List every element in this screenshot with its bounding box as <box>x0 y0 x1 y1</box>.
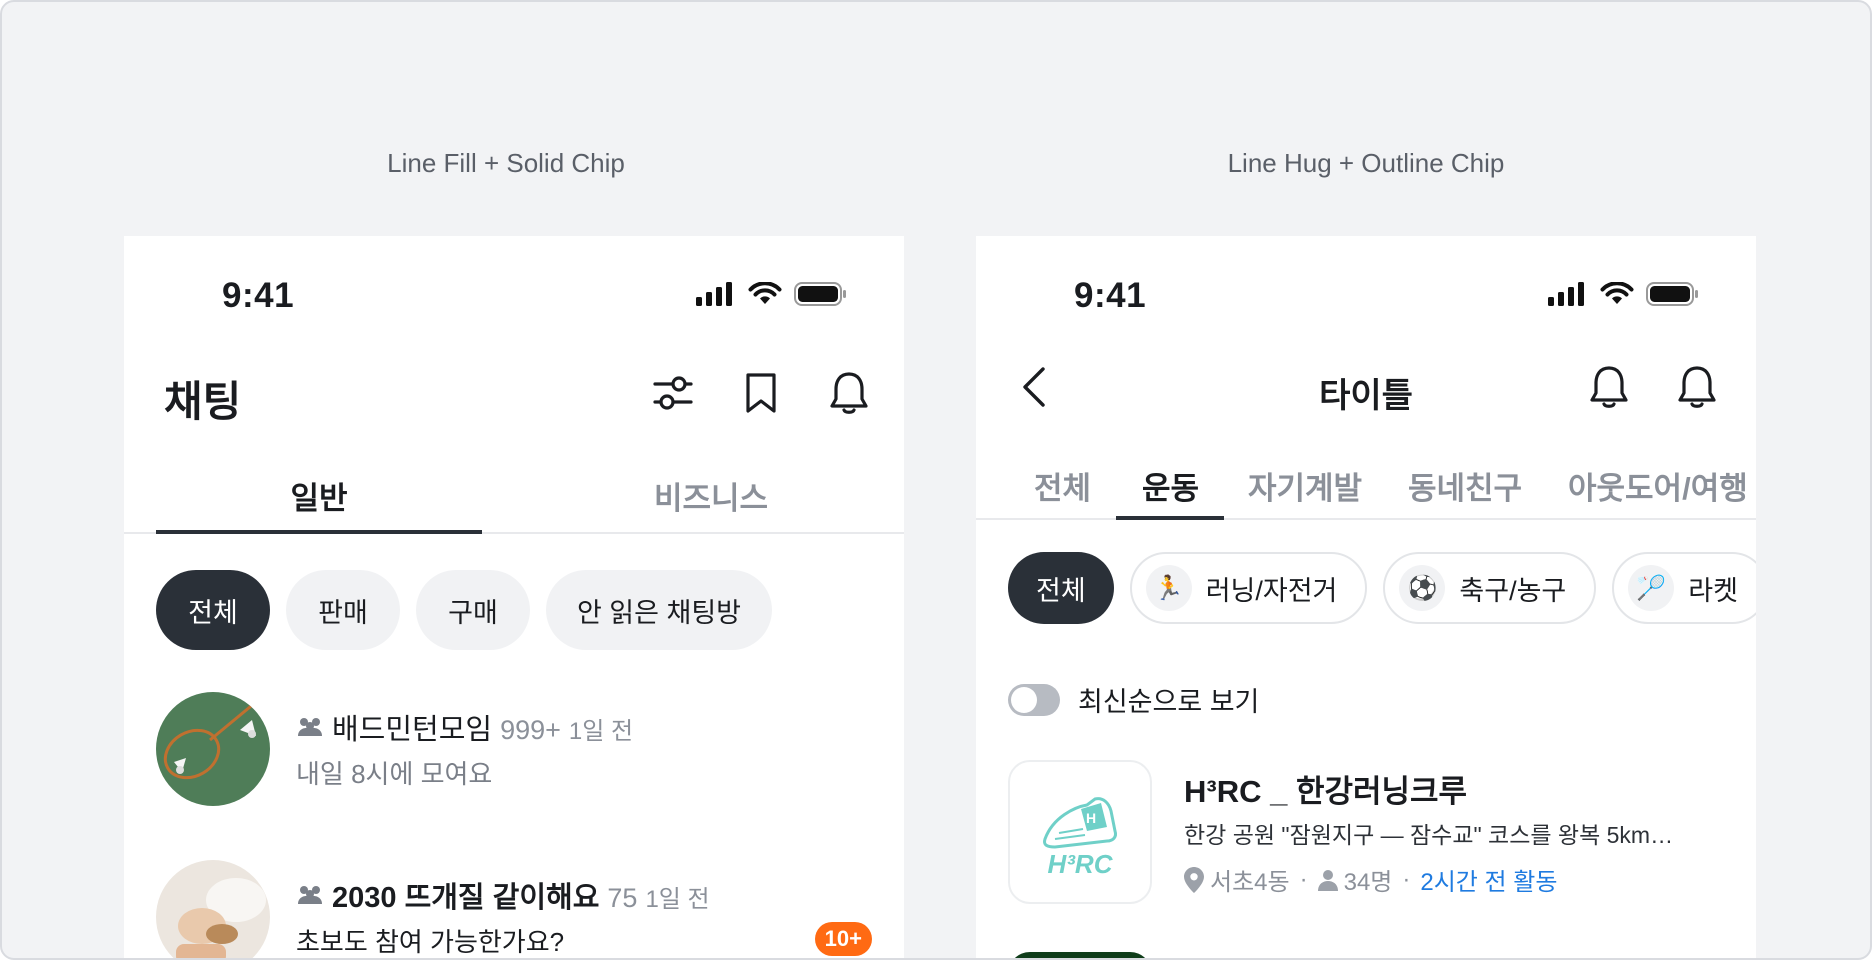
sort-toggle[interactable] <box>1008 683 1060 716</box>
wifi-icon <box>1600 282 1634 304</box>
last-message: 초보도 참여 가능한가요? <box>296 927 565 957</box>
room-header: 2030 뜨개질 같이해요 75 1일 전 <box>296 874 710 916</box>
battery-icon <box>1646 282 1698 306</box>
chip-unread[interactable]: 안 읽은 채팅방 <box>546 570 772 650</box>
phone-chat: 9:41 채팅 일반 비즈니스 전체 판매 구매 안 읽은 채팅방 배드민턴모임… <box>124 236 904 958</box>
chip-label: 라켓 <box>1688 575 1738 606</box>
room-name: 배드민턴모임 <box>332 714 493 746</box>
club-logo: H H³RC <box>1008 760 1152 904</box>
header-actions <box>1586 364 1720 410</box>
club-title: H³RC _ 한강러닝크루 <box>1184 774 1468 809</box>
tab-all[interactable]: 전체 <box>1034 450 1091 520</box>
status-bar: 9:41 <box>976 236 1756 346</box>
status-icons <box>696 282 848 306</box>
room-name: 2030 뜨개질 같이해요 <box>332 882 600 914</box>
tab-outdoor-travel[interactable]: 아웃도어/여행 <box>1568 450 1748 520</box>
chip-sell[interactable]: 판매 <box>286 570 400 650</box>
chip-label: 러닝/자전거 <box>1205 575 1338 606</box>
tab-bar: 전체 운동 자기계발 동네친구 아웃도어/여행 <box>976 450 1756 520</box>
signal-icon <box>696 282 732 306</box>
chip-label: 축구/농구 <box>1459 575 1567 606</box>
caption-left: Line Fill + Solid Chip <box>387 148 625 178</box>
tab-indicator <box>156 530 482 534</box>
status-time: 9:41 <box>222 276 295 315</box>
chip-running-cycling[interactable]: 🏃 러닝/자전거 <box>1129 552 1368 624</box>
chip-all[interactable]: 전체 <box>156 570 270 650</box>
status-icons <box>1548 282 1700 306</box>
next-item-thumbnail <box>1008 952 1152 958</box>
caption-right: Line Hug + Outline Chip <box>1227 148 1505 178</box>
member-count: 999+ <box>500 715 561 745</box>
chip-buy[interactable]: 구매 <box>416 570 530 650</box>
signal-icon <box>1548 282 1584 306</box>
sort-toggle-row: 최신순으로 보기 <box>1008 680 1259 719</box>
status-bar: 9:41 <box>124 236 904 346</box>
club-logo-text: H³RC <box>1048 849 1114 879</box>
sliders-icon[interactable] <box>650 370 696 416</box>
club-activity: 2시간 전 활동 <box>1420 869 1558 896</box>
club-members: 34명 <box>1343 869 1393 896</box>
room-header: 배드민턴모임 999+ 1일 전 <box>296 706 633 748</box>
tab-self-improvement[interactable]: 자기계발 <box>1248 450 1362 520</box>
chip-racket[interactable]: 🏸 라켓 <box>1612 552 1756 624</box>
phone-club-list: 9:41 타이틀 전체 운동 자기계발 동네친구 아웃도어/여행 전체 🏃 러닝… <box>976 236 1756 958</box>
chip-soccer-basketball[interactable]: ⚽ 축구/농구 <box>1383 552 1597 624</box>
tab-neighbor-friends[interactable]: 동네친구 <box>1408 450 1522 520</box>
bell-icon[interactable] <box>1586 364 1632 410</box>
last-message: 내일 8시에 모여요 <box>296 759 493 789</box>
chip-all[interactable]: 전체 <box>1008 552 1114 624</box>
wifi-icon <box>748 282 782 304</box>
bookmark-icon[interactable] <box>738 370 784 416</box>
battery-icon <box>794 282 846 306</box>
location-pin-icon <box>1184 866 1204 893</box>
member-count: 75 <box>607 883 638 913</box>
bell-icon[interactable] <box>1674 364 1720 410</box>
toggle-label: 최신순으로 보기 <box>1078 687 1260 717</box>
separator-dot: · <box>1402 865 1411 893</box>
tab-bar: 일반 비즈니스 <box>124 456 904 534</box>
soccer-ball-icon: ⚽ <box>1399 565 1446 611</box>
status-time: 9:41 <box>1074 276 1147 315</box>
tab-indicator <box>1116 516 1224 520</box>
group-icon <box>298 886 322 904</box>
category-chips: 전체 🏃 러닝/자전거 ⚽ 축구/농구 🏸 라켓 <box>1008 552 1756 624</box>
separator-dot: · <box>1299 865 1308 893</box>
person-icon <box>1317 869 1338 891</box>
unread-badge: 10+ <box>814 922 872 956</box>
tab-business[interactable]: 비즈니스 <box>548 456 874 534</box>
avatar <box>156 692 270 806</box>
badminton-icon: 🏸 <box>1628 565 1675 611</box>
chat-room-item[interactable]: 2030 뜨개질 같이해요 75 1일 전 초보도 참여 가능한가요? <box>156 860 876 958</box>
tab-general[interactable]: 일반 <box>156 456 482 534</box>
club-description: 한강 공원 "잠원지구 — 잠수교" 코스를 왕복 5km… <box>1184 822 1674 848</box>
club-meta: 서초4동 · 34명 · 2시간 전 활동 <box>1184 862 1557 897</box>
page-title: 채팅 <box>164 378 242 425</box>
club-list-item[interactable]: H H³RC H³RC _ 한강러닝크루 한강 공원 "잠원지구 — 잠수교" … <box>1008 760 1728 906</box>
group-icon <box>298 718 322 736</box>
toggle-knob <box>1011 686 1037 713</box>
tab-sports[interactable]: 운동 <box>1142 450 1199 520</box>
filter-chips: 전체 판매 구매 안 읽은 채팅방 <box>156 570 772 650</box>
chat-room-item[interactable]: 배드민턴모임 999+ 1일 전 내일 8시에 모여요 <box>156 692 876 808</box>
header-actions <box>650 370 872 416</box>
canvas: Line Fill + Solid Chip Line Hug + Outlin… <box>0 0 1872 960</box>
club-location: 서초4동 <box>1210 869 1290 896</box>
room-time: 1일 전 <box>645 886 710 913</box>
room-time: 1일 전 <box>568 718 634 745</box>
avatar <box>156 860 270 958</box>
bell-icon[interactable] <box>826 370 872 416</box>
svg-text:H: H <box>1086 810 1096 826</box>
running-icon: 🏃 <box>1145 565 1192 611</box>
